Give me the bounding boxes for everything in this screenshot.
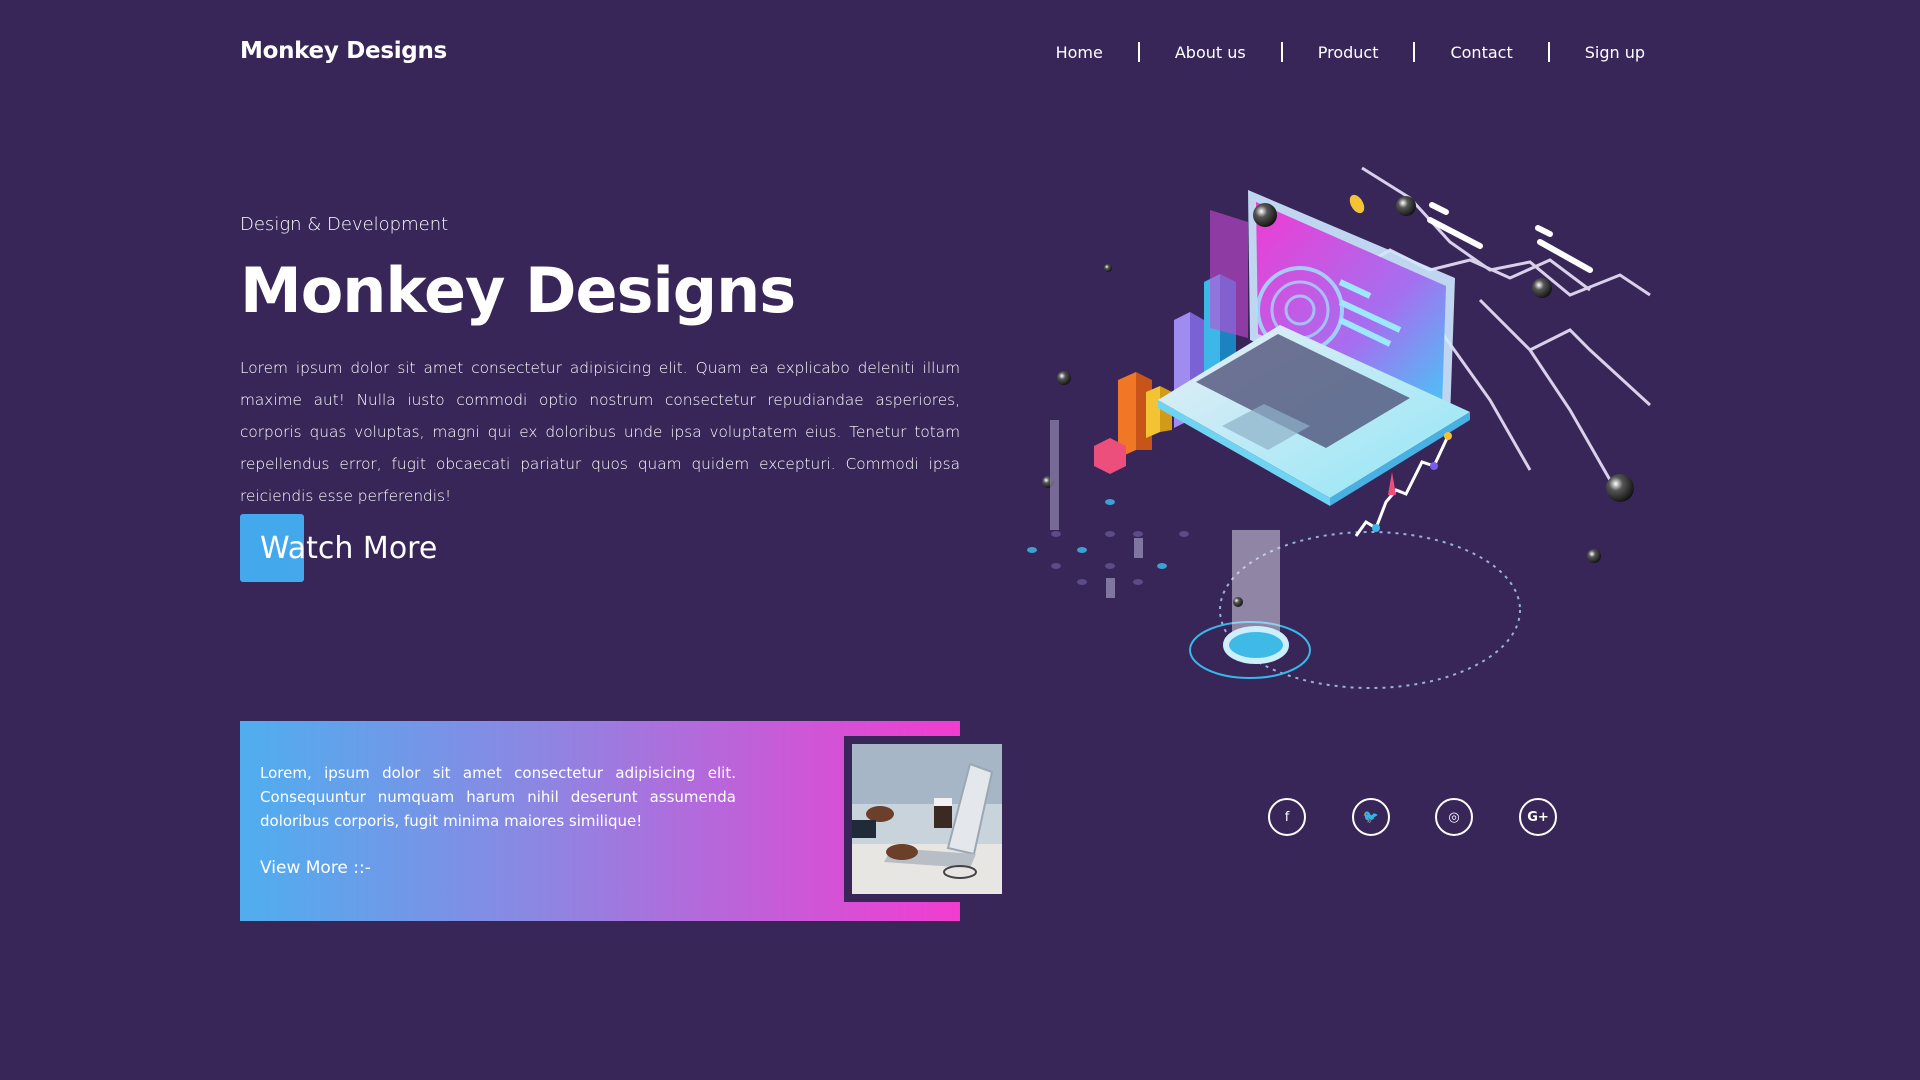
nav-separator xyxy=(1547,42,1550,62)
nav-separator xyxy=(1413,42,1416,62)
promo-card-text: Lorem, ipsum dolor sit amet consectetur … xyxy=(260,764,736,830)
hero-description: Lorem ipsum dolor sit amet consectetur a… xyxy=(240,359,960,505)
promo-card: Lorem, ipsum dolor sit amet consectetur … xyxy=(240,721,1004,921)
laptop-illustration xyxy=(1027,166,1652,689)
nav-sign-up[interactable]: Sign up xyxy=(1585,43,1645,62)
nav-product[interactable]: Product xyxy=(1318,43,1379,62)
pillar-shape xyxy=(1232,530,1280,640)
watch-more-label: Watch More xyxy=(260,530,438,566)
nav-home[interactable]: Home xyxy=(1056,43,1103,62)
laptop-photo xyxy=(852,744,1002,894)
dash-marks xyxy=(1427,202,1593,273)
photo-illustration xyxy=(852,744,1002,894)
nav-about-us[interactable]: About us xyxy=(1175,43,1246,62)
view-more-link[interactable]: View More ::- xyxy=(260,858,371,878)
main-nav: Home About us Product Contact Sign up xyxy=(1056,42,1645,62)
twitter-icon[interactable]: 🐦 xyxy=(1352,798,1390,836)
nav-separator xyxy=(1280,42,1283,62)
facebook-icon[interactable]: f xyxy=(1268,798,1306,836)
google-plus-icon[interactable]: G+ xyxy=(1519,798,1557,836)
nav-contact[interactable]: Contact xyxy=(1450,43,1512,62)
dot-grid xyxy=(1027,499,1167,569)
instagram-icon[interactable]: ◎ xyxy=(1435,798,1473,836)
nav-separator xyxy=(1137,42,1140,62)
hero-eyebrow: Design & Development xyxy=(240,214,449,235)
hero-title: Monkey Designs xyxy=(240,254,796,327)
watch-more-button[interactable]: Watch More xyxy=(240,514,437,582)
brand-logo[interactable]: Monkey Designs xyxy=(240,38,447,64)
